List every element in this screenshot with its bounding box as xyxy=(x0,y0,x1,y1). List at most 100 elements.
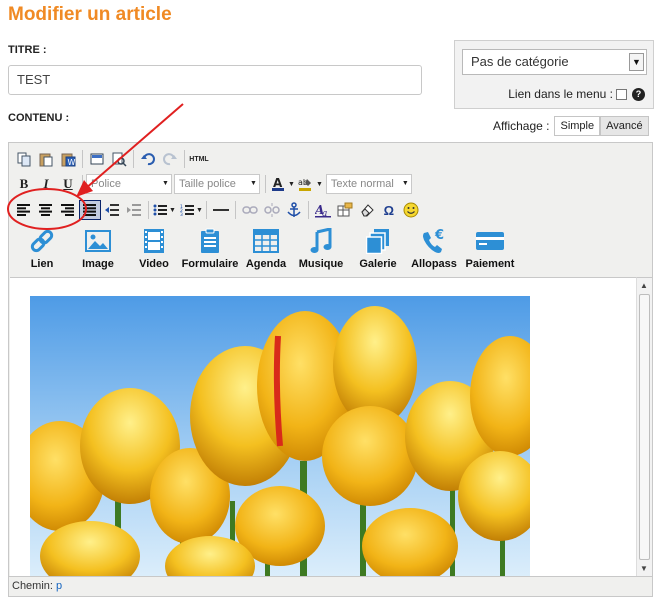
toolbar-row-1: W HTML xyxy=(13,148,210,170)
media-image-button[interactable]: Image xyxy=(76,227,120,270)
insert-table-icon[interactable] xyxy=(334,200,356,220)
eraser-icon[interactable] xyxy=(356,200,378,220)
chevron-down-icon[interactable]: ▼ xyxy=(160,175,171,193)
advanced-mode-button[interactable]: Avancé xyxy=(600,116,649,136)
highlight-color-icon[interactable]: ab xyxy=(295,174,315,194)
help-icon[interactable]: ? xyxy=(632,87,645,101)
copy-icon[interactable] xyxy=(13,149,35,169)
horizontal-rule-icon[interactable] xyxy=(210,200,232,220)
scroll-down-icon[interactable]: ▼ xyxy=(640,564,648,573)
align-justify-icon[interactable] xyxy=(79,200,101,220)
media-allopass-button[interactable]: € Allopass xyxy=(409,227,459,270)
bold-button[interactable]: B xyxy=(13,174,35,194)
category-select-value: Pas de catégorie xyxy=(471,54,569,69)
display-mode-row: Affichage : Simple Avancé xyxy=(493,116,649,136)
align-right-icon[interactable] xyxy=(57,200,79,220)
card-icon xyxy=(475,227,505,255)
page-root: Modifier un article TITRE : TEST CONTENU… xyxy=(0,0,658,607)
font-size-value: Taille police xyxy=(179,178,236,190)
media-payment-label: Paiement xyxy=(465,258,515,270)
editor-status-bar: Chemin: p xyxy=(9,576,652,596)
gallery-icon xyxy=(366,227,390,255)
anchor-icon[interactable] xyxy=(283,200,305,220)
unlink-icon[interactable] xyxy=(261,200,283,220)
media-music-label: Musique xyxy=(298,258,344,270)
chevron-down-icon[interactable]: ▼ xyxy=(196,207,203,214)
status-path-label: Chemin: xyxy=(12,580,53,592)
calendar-icon xyxy=(253,227,279,255)
font-color-icon[interactable]: A xyxy=(269,174,287,194)
font-family-select[interactable]: Police ▼ xyxy=(86,174,172,194)
image-icon xyxy=(85,227,111,255)
redo-icon[interactable] xyxy=(159,149,181,169)
font-size-select[interactable]: Taille police ▼ xyxy=(174,174,260,194)
svg-text:€: € xyxy=(434,228,444,243)
status-path-value[interactable]: p xyxy=(56,580,62,592)
toolbar-separator xyxy=(82,175,83,193)
page-title: Modifier un article xyxy=(8,4,172,25)
toolbar-row-2: B I U Police ▼ Taille police ▼ A ▼ ab ▼ … xyxy=(13,173,414,195)
styles-icon[interactable]: Aa xyxy=(312,200,334,220)
bullet-list-icon[interactable] xyxy=(152,200,168,220)
paste-word-icon[interactable]: W xyxy=(57,149,79,169)
scrollbar-thumb[interactable] xyxy=(639,294,650,560)
chevron-down-icon[interactable]: ▼ xyxy=(399,175,411,193)
indent-icon[interactable] xyxy=(123,200,145,220)
font-family-value: Police xyxy=(91,178,121,190)
chevron-down-icon[interactable]: ▼ xyxy=(288,181,295,188)
category-select[interactable]: Pas de catégorie ▼ xyxy=(462,49,647,75)
block-format-select[interactable]: Texte normal ▼ xyxy=(325,174,412,194)
simple-mode-button[interactable]: Simple xyxy=(554,116,601,136)
category-panel: Pas de catégorie ▼ Lien dans le menu : ? xyxy=(454,40,654,109)
media-link-button[interactable]: Lien xyxy=(21,227,63,270)
italic-button[interactable]: I xyxy=(35,174,57,194)
toolbar-separator xyxy=(307,201,309,219)
editor-scrollbar[interactable]: ▲ ▼ xyxy=(636,277,652,576)
chevron-down-icon[interactable]: ▼ xyxy=(316,181,323,188)
media-video-button[interactable]: Video xyxy=(134,227,174,270)
menu-link-label: Lien dans le menu : xyxy=(508,87,613,101)
paste-icon[interactable] xyxy=(35,149,57,169)
insert-link-icon[interactable] xyxy=(239,200,261,220)
phone-euro-icon: € xyxy=(420,227,448,255)
media-calendar-button[interactable]: Agenda xyxy=(243,227,289,270)
bold-glyph: B xyxy=(19,176,29,191)
align-left-icon[interactable] xyxy=(13,200,35,220)
underline-glyph: U xyxy=(63,176,73,191)
chevron-down-icon[interactable]: ▼ xyxy=(169,207,176,214)
align-center-icon[interactable] xyxy=(35,200,57,220)
link-icon xyxy=(29,227,55,255)
undo-icon[interactable] xyxy=(137,149,159,169)
numbered-list-icon[interactable]: 123 xyxy=(179,200,195,220)
media-calendar-label: Agenda xyxy=(245,258,287,270)
chevron-down-icon[interactable]: ▼ xyxy=(248,175,259,193)
media-allopass-label: Allopass xyxy=(411,258,457,270)
title-label: TITRE : xyxy=(8,44,47,56)
outdent-icon[interactable] xyxy=(101,200,123,220)
omega-glyph: Ω xyxy=(383,202,395,218)
chevron-down-icon[interactable]: ▼ xyxy=(629,53,644,71)
form-icon xyxy=(200,227,220,255)
media-payment-button[interactable]: Paiement xyxy=(464,227,516,270)
toolbar-row-3: ▼ 123 ▼ Aa Ω xyxy=(13,199,422,221)
preview-icon[interactable] xyxy=(108,149,130,169)
special-char-icon[interactable]: Ω xyxy=(378,200,400,220)
media-form-button[interactable]: Formulaire xyxy=(182,227,238,270)
fullscreen-icon[interactable] xyxy=(86,149,108,169)
scroll-up-icon[interactable]: ▲ xyxy=(640,281,648,290)
media-link-label: Lien xyxy=(30,258,54,270)
title-input[interactable]: TEST xyxy=(8,65,422,95)
html-source-button[interactable]: HTML xyxy=(188,149,210,169)
media-gallery-button[interactable]: Galerie xyxy=(356,227,400,270)
toolbar-separator xyxy=(234,201,236,219)
media-music-button[interactable]: Musique xyxy=(295,227,347,270)
toolbar-separator xyxy=(205,201,207,219)
emoticon-icon[interactable] xyxy=(400,200,422,220)
music-icon xyxy=(310,227,332,255)
underline-button[interactable]: U xyxy=(57,174,79,194)
menu-link-row: Lien dans le menu : ? xyxy=(508,87,645,101)
tulips-photo[interactable] xyxy=(30,296,530,576)
toolbar-separator xyxy=(82,150,83,168)
editor-content-area[interactable] xyxy=(10,277,637,576)
menu-link-checkbox[interactable] xyxy=(616,88,627,100)
